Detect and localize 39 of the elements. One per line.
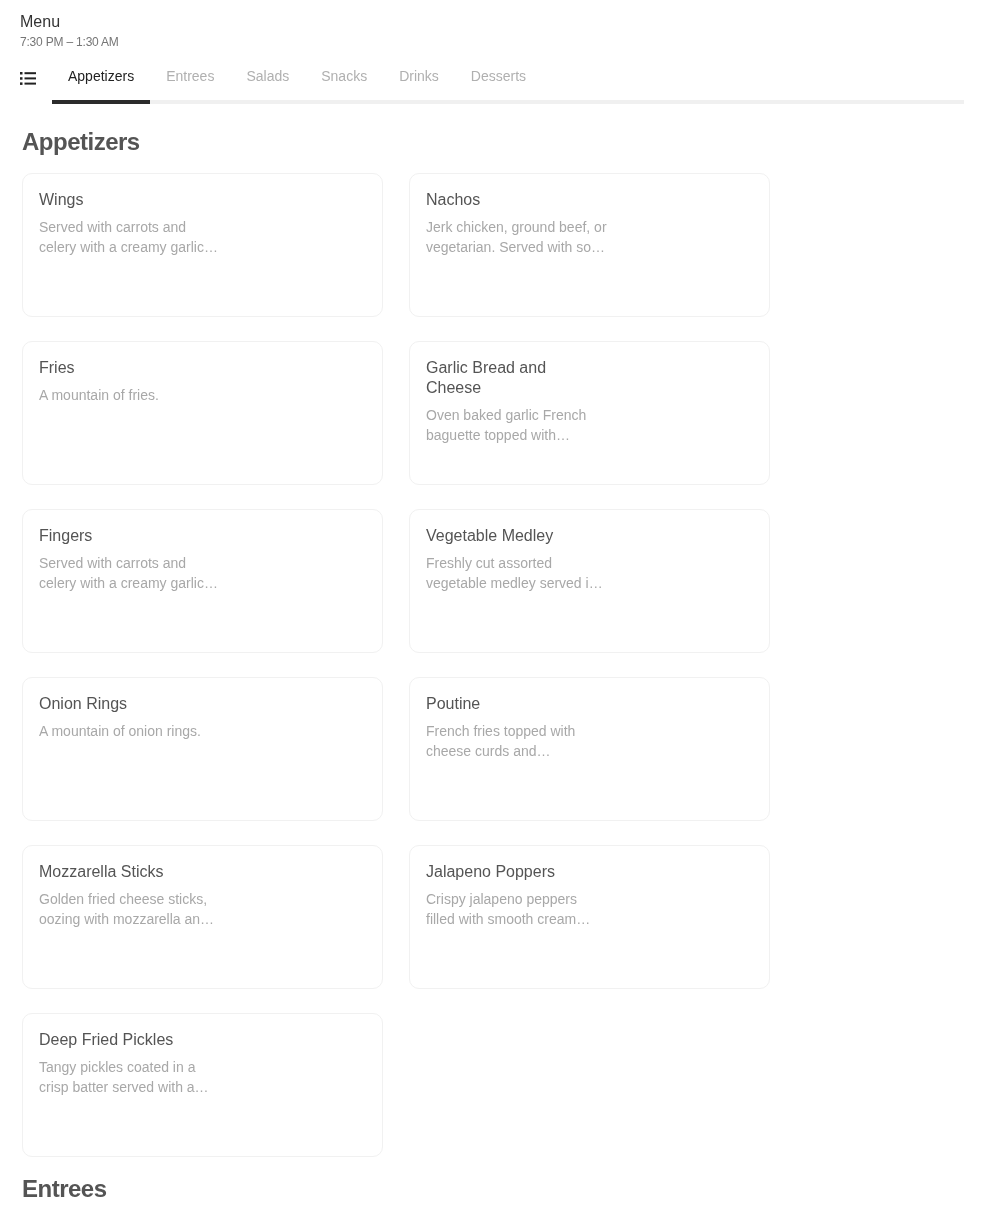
item-name: Fries bbox=[39, 358, 76, 378]
item-name: Mozzarella Sticks bbox=[39, 862, 165, 882]
menu-item-card[interactable]: Mozzarella Sticks Golden fried cheese sticks, oozing with mozzarella an… bbox=[22, 845, 383, 989]
item-description: Crispy jalapeno peppers filled with smooth cream… bbox=[426, 890, 592, 929]
menu-item-card[interactable]: Vegetable Medley Freshly cut assorted vegetable medley served i… bbox=[409, 509, 770, 653]
section-heading: Appetizers bbox=[22, 128, 141, 155]
item-description: Served with carrots and celery with a creamy garlic… bbox=[39, 554, 219, 593]
item-name: Garlic Bread and Cheese bbox=[426, 358, 548, 398]
item-description: Tangy pickles coated in a crisp batter served with a… bbox=[39, 1058, 210, 1097]
menu-item-card[interactable]: Poutine French fries topped with cheese curds and… bbox=[409, 677, 770, 821]
menu-item-card[interactable]: Fries A mountain of fries. bbox=[22, 341, 383, 485]
item-name: Deep Fried Pickles bbox=[39, 1030, 175, 1050]
item-name: Poutine bbox=[426, 694, 482, 714]
item-name: Fingers bbox=[39, 526, 94, 546]
item-name: Vegetable Medley bbox=[426, 526, 555, 546]
menu-title: Menu bbox=[20, 12, 62, 32]
list-icon[interactable] bbox=[20, 72, 36, 85]
menu-item-card[interactable]: Garlic Bread and Cheese Oven baked garlic French baguette topped with… bbox=[409, 341, 770, 485]
item-description: Served with carrots and celery with a creamy garlic… bbox=[39, 218, 219, 257]
menu-item-card[interactable]: Jalapeno Poppers Crispy jalapeno peppers filled with smooth cream… bbox=[409, 845, 770, 989]
item-description: Oven baked garlic French baguette topped with… bbox=[426, 406, 588, 445]
item-description: French fries topped with cheese curds and… bbox=[426, 722, 577, 761]
item-description: Jerk chicken, ground beef, or vegetarian. Served with so… bbox=[426, 218, 608, 257]
menu-item-card[interactable]: Nachos Jerk chicken, ground beef, or vegetarian. Served with so… bbox=[409, 173, 770, 317]
item-name: Onion Rings bbox=[39, 694, 129, 714]
item-name: Jalapeno Poppers bbox=[426, 862, 556, 882]
menu-item-card[interactable]: Wings Served with carrots and celery with a creamy garlic… bbox=[22, 173, 383, 317]
item-description: Golden fried cheese sticks, oozing with mozzarella an… bbox=[39, 890, 216, 929]
item-description: Freshly cut assorted vegetable medley served i… bbox=[426, 554, 604, 593]
opening-hours: 7:30 PM – 1:30 AM bbox=[20, 34, 120, 50]
menu-item-card[interactable]: Fingers Served with carrots and celery with a creamy garlic… bbox=[22, 509, 383, 653]
item-name: Nachos bbox=[426, 190, 482, 210]
item-name: Wings bbox=[39, 190, 85, 210]
category-tab[interactable]: Appetizers bbox=[52, 58, 151, 104]
section-heading: Entrees bbox=[22, 1175, 108, 1202]
menu-item-card[interactable]: Deep Fried Pickles Tangy pickles coated in a crisp batter served with a… bbox=[22, 1013, 383, 1157]
item-description: A mountain of fries. bbox=[39, 386, 160, 405]
menu-item-card[interactable]: Onion Rings A mountain of onion rings. bbox=[22, 677, 383, 821]
item-description: A mountain of onion rings. bbox=[39, 722, 202, 741]
